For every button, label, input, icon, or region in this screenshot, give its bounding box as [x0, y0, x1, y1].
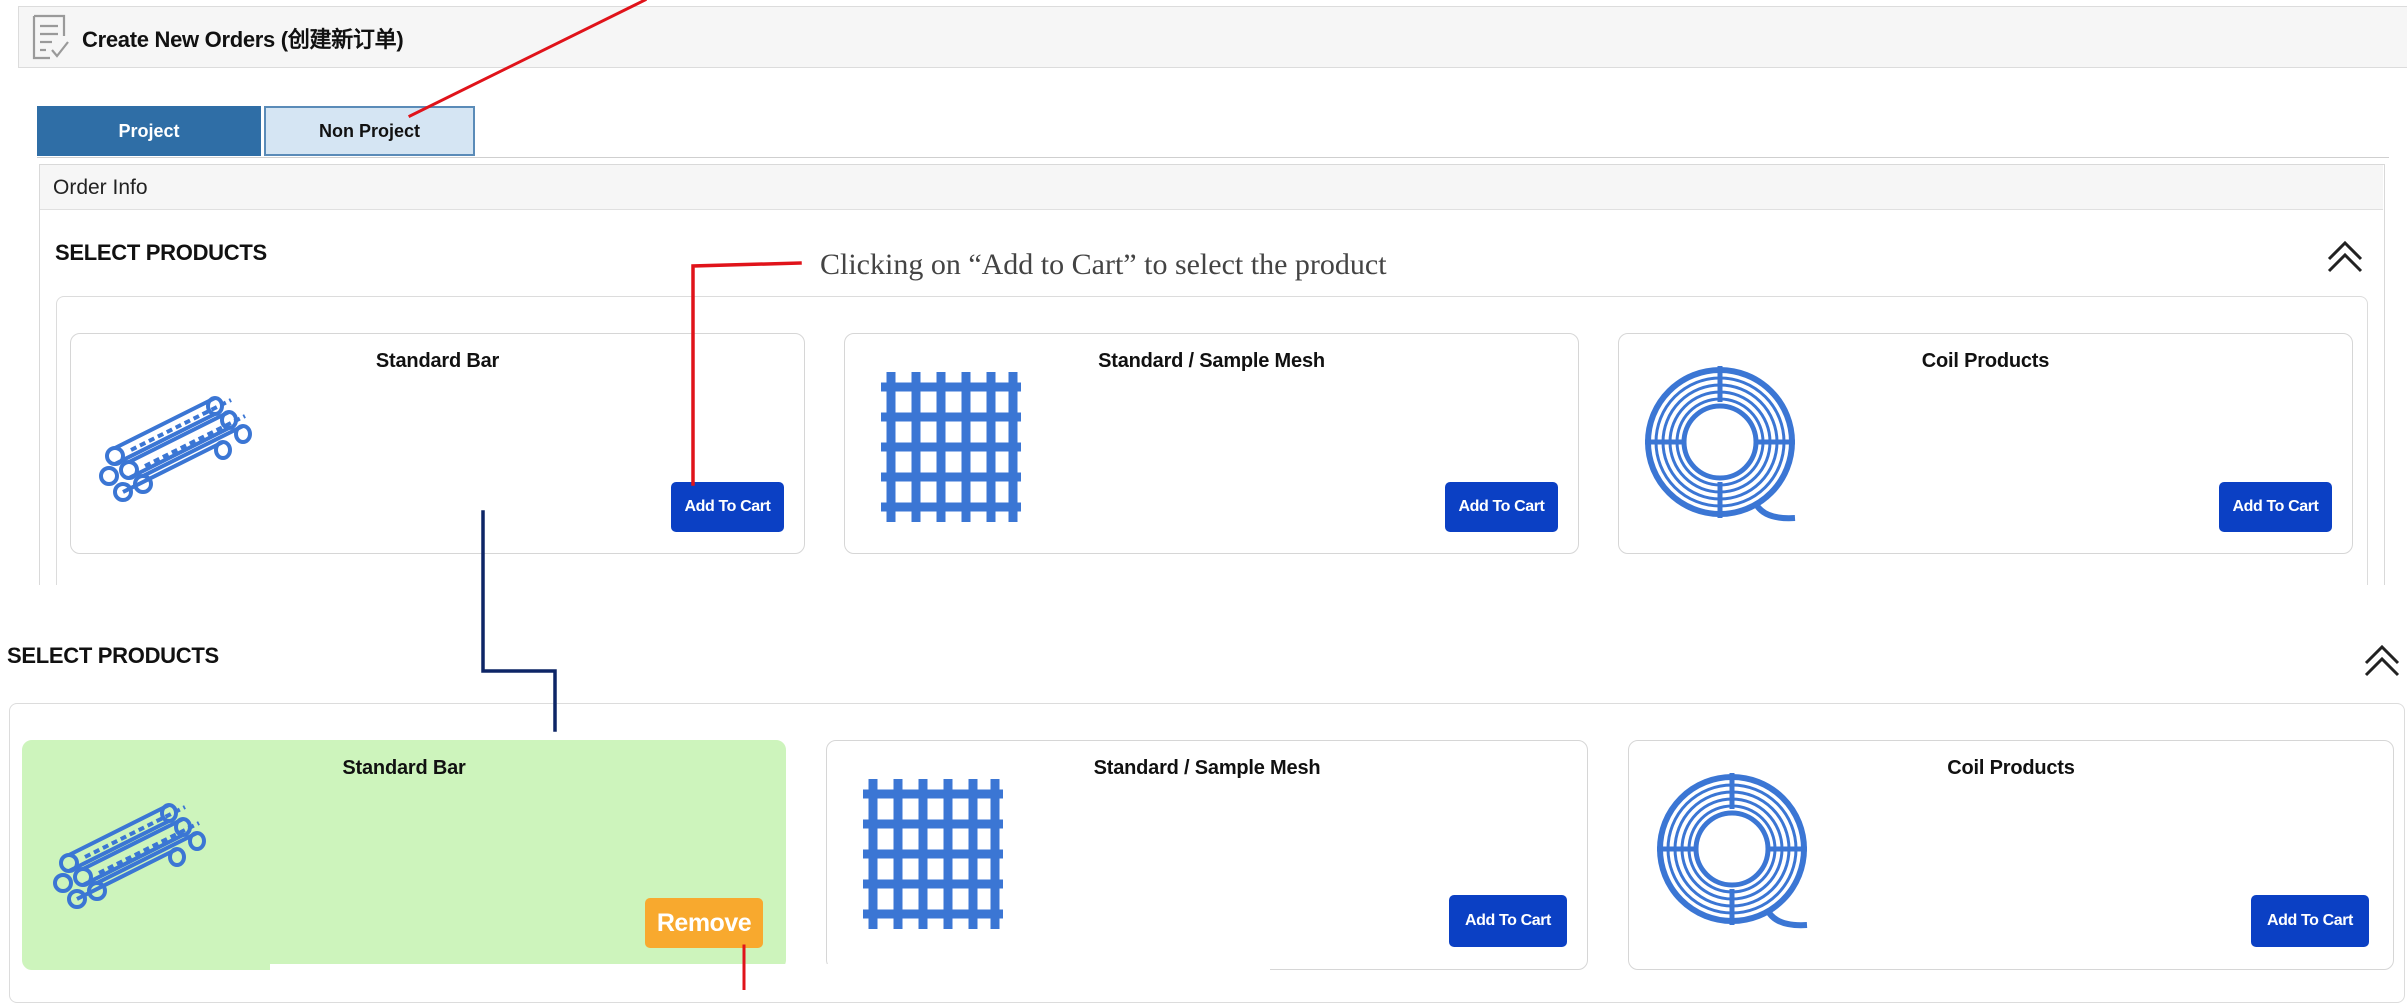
collapse-chevron-icon[interactable] [2325, 237, 2365, 273]
product-name: Standard / Sample Mesh [1093, 757, 1321, 779]
annotation-text: Clicking on “Add to Cart” to select the … [820, 248, 1387, 281]
product-card-standard-bar-selected: Standard Bar Remove [22, 740, 786, 970]
remove-button[interactable]: Remove [645, 898, 763, 948]
add-to-cart-button[interactable]: Add To Cart [671, 482, 784, 532]
coil-icon [1657, 769, 1817, 939]
add-to-cart-button[interactable]: Add To Cart [1445, 482, 1558, 532]
mesh-grid-icon [863, 779, 1003, 929]
page-title: Create New Orders (创建新订单) [82, 27, 404, 52]
add-to-cart-button[interactable]: Add To Cart [2219, 482, 2332, 532]
add-to-cart-button[interactable]: Add To Cart [1449, 895, 1567, 947]
collapse-chevron-icon[interactable] [2362, 641, 2402, 677]
product-name: Standard / Sample Mesh [1098, 350, 1325, 372]
product-card-coil-products: Coil Products Add To Cart [1618, 333, 2353, 554]
tab-non-project[interactable]: Non Project [264, 106, 475, 156]
mesh-grid-icon [881, 372, 1021, 522]
tab-divider [37, 157, 2389, 158]
product-name: Standard Bar [375, 350, 500, 372]
product-card-standard-bar: Standard Bar Add To Cart [70, 333, 805, 554]
product-name: Standard Bar [342, 757, 466, 779]
section-gap [0, 585, 2407, 625]
rebar-bundle-icon [95, 388, 255, 508]
tab-project[interactable]: Project [37, 106, 261, 156]
coil-icon [1645, 362, 1805, 532]
product-card-standard-sample-mesh: Standard / Sample Mesh Add To Cart [844, 333, 1579, 554]
order-info-title: Order Info [53, 176, 148, 199]
add-to-cart-button[interactable]: Add To Cart [2251, 895, 2369, 947]
select-products-title: SELECT PRODUCTS [55, 240, 267, 265]
select-products-title: SELECT PRODUCTS [7, 643, 219, 668]
order-info-header [40, 165, 2383, 210]
product-card-standard-sample-mesh: Standard / Sample Mesh Add To Cart [826, 740, 1588, 970]
rebar-bundle-icon [49, 795, 209, 915]
document-check-icon [32, 14, 69, 60]
product-card-coil-products: Coil Products Add To Cart [1628, 740, 2394, 970]
